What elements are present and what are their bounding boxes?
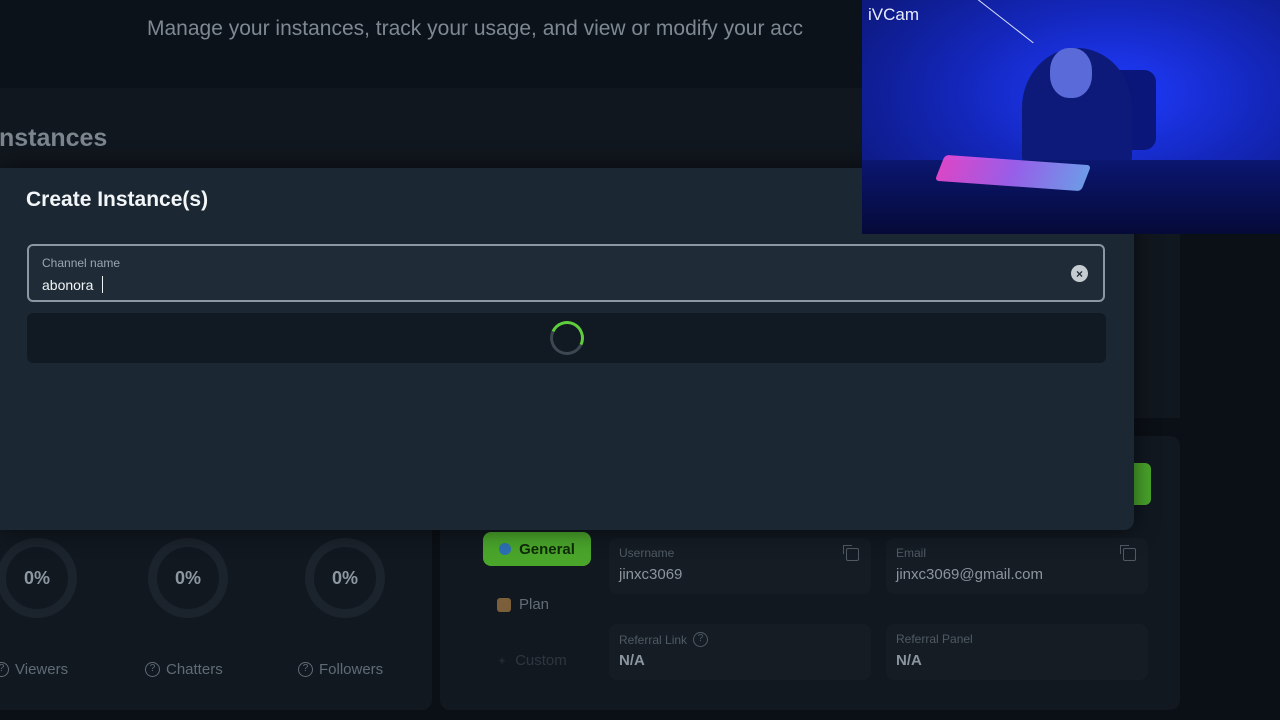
viewers-label: Viewers — [15, 661, 69, 678]
info-icon — [499, 543, 512, 555]
tab-plan-label: Plan — [519, 596, 550, 613]
page-subtitle: Manage your instances, track your usage,… — [147, 17, 803, 40]
username-field: Username jinxc3069 — [609, 538, 871, 594]
followers-label: Followers — [319, 661, 384, 678]
username-value: jinxc3069 — [619, 566, 683, 583]
tab-custom[interactable]: ✦ Custom — [497, 652, 567, 669]
loading-spinner-icon — [545, 316, 589, 360]
green-action-button[interactable] — [1133, 463, 1151, 505]
cable-line — [970, 0, 1034, 44]
followers-ring: 0% — [305, 538, 385, 618]
tab-general[interactable]: General — [483, 532, 591, 566]
referral-panel-label: Referral Panel — [896, 632, 973, 646]
referral-panel-value: N/A — [896, 652, 922, 669]
star-icon: ✦ — [497, 653, 508, 668]
channel-name-label: Channel name — [42, 256, 121, 270]
referral-link-label: Referral Link — [619, 632, 688, 647]
chatters-label: Chatters — [166, 661, 223, 678]
followers-percent: 0% — [331, 567, 358, 588]
email-value: jinxc3069@gmail.com — [896, 566, 1043, 583]
person-head — [1050, 48, 1092, 98]
webcam-overlay: iVCam — [862, 0, 1280, 234]
viewers-stat-label[interactable]: ? Viewers — [0, 661, 68, 678]
username-label: Username — [619, 546, 675, 560]
chatters-ring: 0% — [148, 538, 228, 618]
chatters-percent: 0% — [174, 567, 201, 588]
copy-icon[interactable] — [1120, 545, 1136, 561]
followers-stat-label[interactable]: ? Followers — [298, 661, 383, 678]
referral-link-value: N/A — [619, 652, 645, 669]
chatters-stat-label[interactable]: ? Chatters — [145, 661, 223, 678]
tab-general-label: General — [519, 540, 575, 558]
channel-name-input[interactable] — [42, 274, 1042, 296]
modal-title: Create Instance(s) — [26, 188, 209, 211]
referral-panel-field: Referral Panel N/A — [886, 624, 1148, 680]
referral-link-field: Referral Link ? N/A — [609, 624, 871, 680]
viewers-percent: 0% — [23, 567, 50, 588]
submit-button[interactable] — [27, 313, 1106, 363]
referral-link-label-row: Referral Link ? — [619, 632, 709, 647]
clear-icon[interactable]: × — [1071, 265, 1088, 282]
package-icon — [497, 597, 511, 612]
help-icon: ? — [298, 662, 313, 677]
tab-custom-label: Custom — [515, 652, 567, 669]
text-caret — [102, 276, 103, 293]
help-icon[interactable]: ? — [693, 632, 709, 647]
help-icon: ? — [0, 662, 9, 677]
email-field: Email jinxc3069@gmail.com — [886, 538, 1148, 594]
webcam-label: iVCam — [868, 5, 920, 24]
channel-name-field[interactable]: Channel name × — [27, 244, 1105, 302]
copy-icon[interactable] — [843, 545, 859, 561]
tab-plan[interactable]: Plan — [497, 596, 549, 613]
instances-title: Instances — [0, 124, 108, 152]
email-label: Email — [896, 546, 927, 560]
help-icon: ? — [145, 662, 160, 677]
viewers-ring: 0% — [0, 538, 77, 618]
